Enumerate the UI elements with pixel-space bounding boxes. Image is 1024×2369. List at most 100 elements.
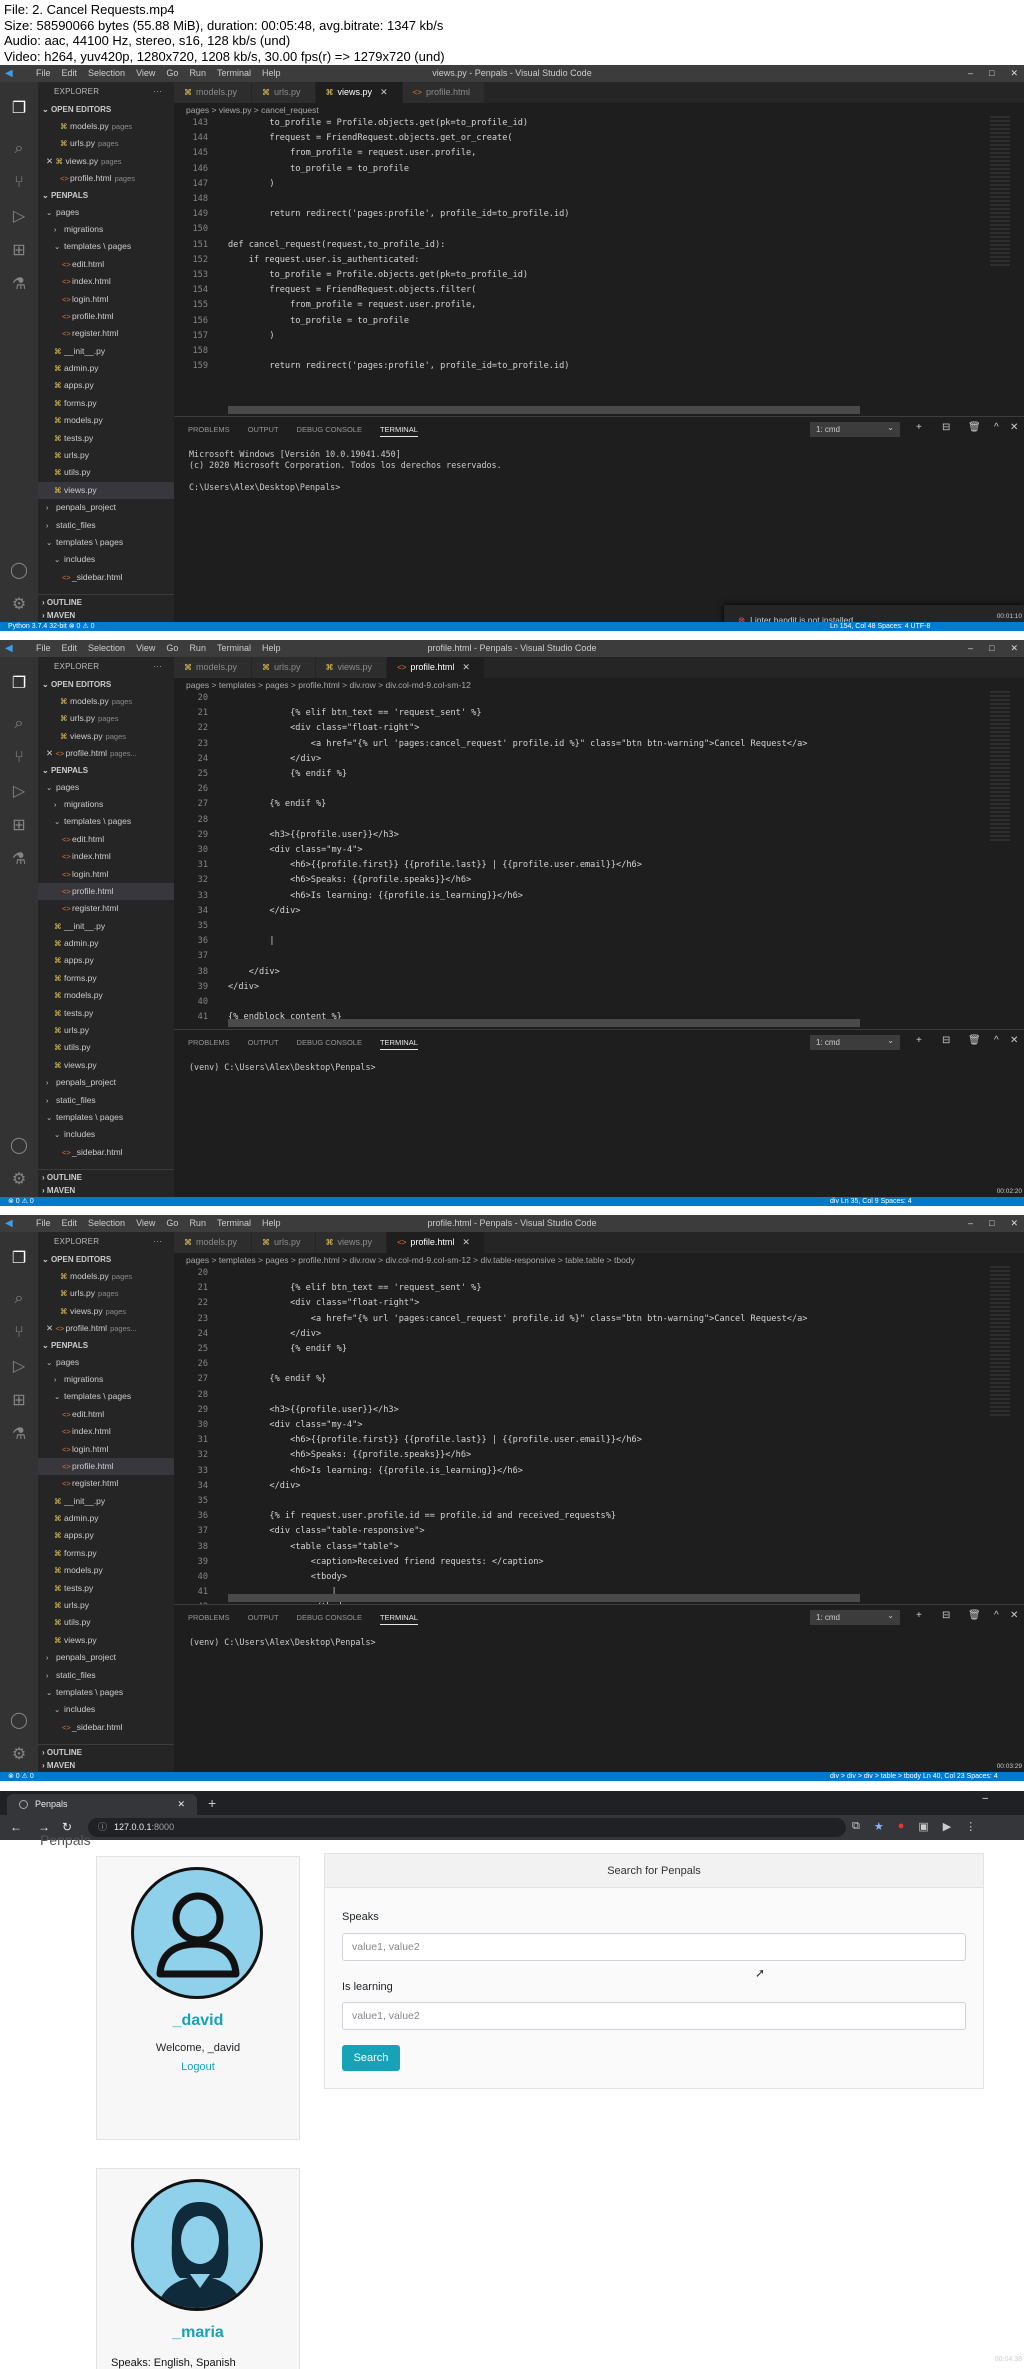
new-tab-button[interactable]: + xyxy=(208,1793,216,1813)
extensions-icon[interactable]: ⊞ xyxy=(8,240,30,262)
tree-item[interactable]: ⌄ includes xyxy=(38,1701,174,1718)
tree-item[interactable]: ⌘ __init__.py xyxy=(38,1493,174,1510)
tree-item[interactable]: › static_files xyxy=(38,1667,174,1684)
editor-tab[interactable]: <> profile.html ✕ xyxy=(387,1232,485,1253)
editor-tab[interactable]: <> profile.html xyxy=(402,82,485,103)
tree-item[interactable]: ⌘ __init__.py xyxy=(38,343,174,360)
maximize-icon[interactable]: ^ xyxy=(994,422,999,433)
tree-item[interactable]: <>register.html xyxy=(38,1475,174,1492)
close-icon[interactable]: ✕ xyxy=(1010,422,1018,433)
project-header[interactable]: ⌄ PENPALS xyxy=(38,188,174,204)
maximize-icon[interactable]: □ xyxy=(989,65,994,82)
maximize-icon[interactable]: ^ xyxy=(994,1035,999,1046)
settings-gear-icon[interactable]: ⚙ xyxy=(8,1744,30,1766)
open-editors-header[interactable]: ⌄ OPEN EDITORS xyxy=(38,1252,174,1268)
project-header[interactable]: ⌄ PENPALS xyxy=(38,763,174,779)
minimize-icon[interactable]: – xyxy=(968,1215,973,1232)
panel-tab[interactable]: DEBUG CONSOLE xyxy=(297,1613,362,1625)
horizontal-scrollbar[interactable] xyxy=(228,406,860,414)
tree-item[interactable]: <>profile.html xyxy=(38,882,174,901)
tree-item[interactable]: <>_sidebar.html xyxy=(38,1719,174,1736)
open-editor-item[interactable]: ✕ <>profile.html pages... xyxy=(38,1320,174,1337)
profile-name-link[interactable]: _maria xyxy=(97,2324,299,2342)
minimize-icon[interactable]: – xyxy=(968,65,973,82)
close-icon[interactable]: ✕ xyxy=(1010,1215,1018,1232)
files-icon[interactable]: ❐ xyxy=(8,673,30,695)
tree-item[interactable]: ⌄ templates \ pages xyxy=(38,534,174,551)
breadcrumb[interactable]: pages > templates > pages > profile.html… xyxy=(186,1253,635,1268)
open-editor-item[interactable]: ⌘ urls.py pages xyxy=(38,135,174,152)
panel-tab[interactable]: OUTPUT xyxy=(248,425,279,437)
close-icon[interactable]: ✕ xyxy=(1010,640,1018,657)
address-bar[interactable]: ⓘ 127.0.0.1:8000 xyxy=(88,1818,846,1837)
maximize-icon[interactable]: □ xyxy=(989,640,994,657)
horizontal-scrollbar[interactable] xyxy=(228,1594,860,1602)
close-icon[interactable]: ✕ xyxy=(46,156,55,166)
username-link[interactable]: _david xyxy=(97,2012,299,2030)
settings-gear-icon[interactable]: ⚙ xyxy=(8,1169,30,1191)
tree-item[interactable]: <>edit.html xyxy=(38,831,174,848)
open-editor-item[interactable]: <>profile.html pages xyxy=(38,170,174,187)
tree-item[interactable]: ⌘ urls.py xyxy=(38,447,174,464)
tree-item[interactable]: › penpals_project xyxy=(38,1649,174,1666)
horizontal-scrollbar[interactable] xyxy=(228,1019,860,1027)
tree-item[interactable]: ⌘ utils.py xyxy=(38,464,174,481)
tree-item[interactable]: <>index.html xyxy=(38,273,174,290)
tree-item[interactable]: ⌄ templates \ pages xyxy=(38,813,174,830)
open-editor-item[interactable]: ✕ ⌘ views.py pages xyxy=(38,153,174,170)
more-actions-icon[interactable]: ··· xyxy=(153,82,162,102)
tree-item[interactable]: ⌘ models.py xyxy=(38,1562,174,1579)
tree-item[interactable]: ⌘ models.py xyxy=(38,412,174,429)
tree-item[interactable]: <>login.html xyxy=(38,1441,174,1458)
add-icon[interactable]: + xyxy=(916,1610,922,1621)
run-debug-icon[interactable]: ▷ xyxy=(8,206,30,228)
tree-item[interactable]: <>_sidebar.html xyxy=(38,569,174,586)
tree-item[interactable]: ⌄ includes xyxy=(38,1126,174,1143)
tree-item[interactable]: <>register.html xyxy=(38,900,174,917)
open-editor-item[interactable]: ⌘ urls.py pages xyxy=(38,1285,174,1302)
status-left[interactable]: ⊗ 0 ⚠ 0 xyxy=(8,1772,34,1781)
status-right[interactable]: div > div > div > table > tbody Ln 40, C… xyxy=(830,1772,998,1781)
minimap[interactable] xyxy=(990,1266,1010,1416)
tree-item[interactable]: ⌄ templates \ pages xyxy=(38,1388,174,1405)
search-icon[interactable]: ⌕ xyxy=(8,1288,30,1310)
more-actions-icon[interactable]: ··· xyxy=(153,657,162,677)
search-icon[interactable]: ⌕ xyxy=(8,138,30,160)
panel-tab[interactable]: OUTPUT xyxy=(248,1038,279,1050)
open-editors-header[interactable]: ⌄ OPEN EDITORS xyxy=(38,102,174,118)
tree-item[interactable]: ⌘ tests.py xyxy=(38,1005,174,1022)
tree-item[interactable]: ⌘ admin.py xyxy=(38,1510,174,1527)
panel-tab[interactable]: DEBUG CONSOLE xyxy=(297,425,362,437)
learning-input[interactable]: value1, value2 xyxy=(342,2002,966,2030)
tree-item[interactable]: ⌘ apps.py xyxy=(38,952,174,969)
editor-tab[interactable]: ⌘ urls.py xyxy=(252,82,316,103)
tree-item[interactable]: <>profile.html xyxy=(38,308,174,325)
tree-item[interactable]: ⌘ models.py xyxy=(38,987,174,1004)
tree-item[interactable]: ⌄ templates \ pages xyxy=(38,1109,174,1126)
source-control-icon[interactable]: ⑂ xyxy=(8,1322,30,1344)
tree-item[interactable]: <>edit.html xyxy=(38,256,174,273)
status-left[interactable]: Python 3.7.4 32-bit ⊗ 0 ⚠ 0 xyxy=(8,622,94,631)
testing-icon[interactable]: ⚗ xyxy=(8,849,30,871)
back-icon[interactable]: ← xyxy=(10,1821,22,1834)
settings-gear-icon[interactable]: ⚙ xyxy=(8,594,30,616)
tree-item[interactable]: ⌘ apps.py xyxy=(38,377,174,394)
maximize-icon[interactable]: □ xyxy=(989,1215,994,1232)
breadcrumb[interactable]: pages > templates > pages > profile.html… xyxy=(186,678,471,693)
tree-item[interactable]: ⌘ urls.py xyxy=(38,1022,174,1039)
translate-icon[interactable]: ⧉ xyxy=(852,1820,860,1833)
open-editors-header[interactable]: ⌄ OPEN EDITORS xyxy=(38,677,174,693)
tree-item[interactable]: ⌘ views.py xyxy=(38,1632,174,1649)
status-right[interactable]: div Ln 35, Col 9 Spaces: 4 xyxy=(830,1197,912,1206)
tree-item[interactable]: ⌘ forms.py xyxy=(38,1545,174,1562)
tree-item[interactable]: ⌘ utils.py xyxy=(38,1614,174,1631)
trash-icon[interactable]: 🗑 xyxy=(968,1035,981,1046)
panel-tab[interactable]: TERMINAL xyxy=(379,1038,418,1050)
close-icon[interactable]: ✕ xyxy=(46,748,55,758)
close-icon[interactable]: ✕ xyxy=(177,1794,185,1815)
tree-item[interactable]: ⌘ urls.py xyxy=(38,1597,174,1614)
tree-item[interactable]: ⌄ templates \ pages xyxy=(38,238,174,255)
panel-tab[interactable]: TERMINAL xyxy=(379,425,418,437)
more-actions-icon[interactable]: ··· xyxy=(153,1232,162,1252)
maximize-icon[interactable]: ^ xyxy=(994,1610,999,1621)
